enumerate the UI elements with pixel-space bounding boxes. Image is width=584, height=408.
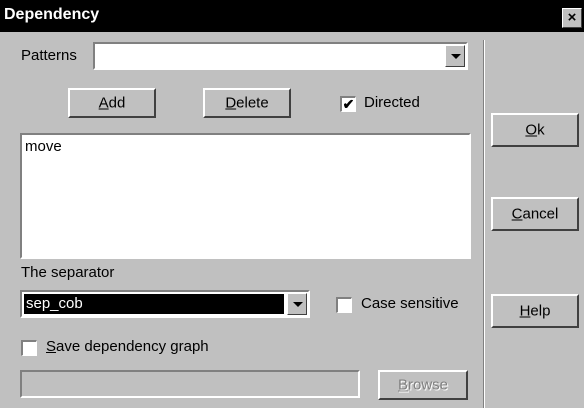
- add-label: dd: [108, 94, 126, 112]
- separator-label: The separator: [21, 264, 115, 281]
- window-title: Dependency: [4, 6, 100, 23]
- browse-mnemonic: B: [397, 376, 408, 394]
- checkmark-icon: ✔: [342, 96, 355, 112]
- delete-button[interactable]: Delete: [203, 88, 291, 118]
- ok-button[interactable]: Ok: [491, 113, 579, 147]
- case-sensitive-label: Case sensitive: [361, 295, 459, 312]
- save-graph-label: Save dependency graph: [46, 338, 209, 355]
- separator-value: sep_cob: [24, 294, 284, 314]
- case-sensitive-checkbox[interactable]: [336, 297, 352, 313]
- vertical-divider: [483, 40, 485, 408]
- graph-path-field: [20, 370, 360, 398]
- browse-label: rowse: [408, 376, 449, 394]
- save-graph-mnemonic: S: [46, 338, 57, 355]
- patterns-combobox[interactable]: [93, 42, 468, 70]
- patterns-dropdown-button[interactable]: [445, 45, 465, 67]
- cancel-label: ancel: [522, 205, 559, 223]
- add-button[interactable]: Add: [68, 88, 156, 118]
- cancel-mnemonic: C: [511, 205, 523, 223]
- patterns-label: Patterns: [21, 47, 77, 64]
- close-icon: ×: [567, 9, 577, 26]
- list-item[interactable]: move: [25, 138, 62, 155]
- directed-checkbox[interactable]: ✔: [340, 96, 356, 112]
- title-bar: Dependency ×: [0, 0, 584, 32]
- close-button[interactable]: ×: [562, 8, 582, 28]
- separator-dropdown-button[interactable]: [287, 293, 307, 315]
- ok-label: k: [537, 121, 545, 139]
- add-mnemonic: A: [98, 94, 109, 112]
- help-mnemonic: H: [519, 302, 531, 320]
- help-button[interactable]: Help: [491, 294, 579, 328]
- save-graph-label-rest: ave dependency graph: [56, 338, 209, 355]
- ok-mnemonic: O: [525, 121, 538, 139]
- help-label: elp: [530, 302, 551, 320]
- delete-label: elete: [236, 94, 269, 112]
- browse-button: Browse: [378, 370, 468, 400]
- delete-mnemonic: D: [225, 94, 237, 112]
- directed-label: Directed: [364, 94, 420, 111]
- save-graph-checkbox[interactable]: [21, 340, 37, 356]
- patterns-list[interactable]: move: [20, 133, 471, 259]
- separator-combobox[interactable]: sep_cob: [20, 290, 310, 318]
- cancel-button[interactable]: Cancel: [491, 197, 579, 231]
